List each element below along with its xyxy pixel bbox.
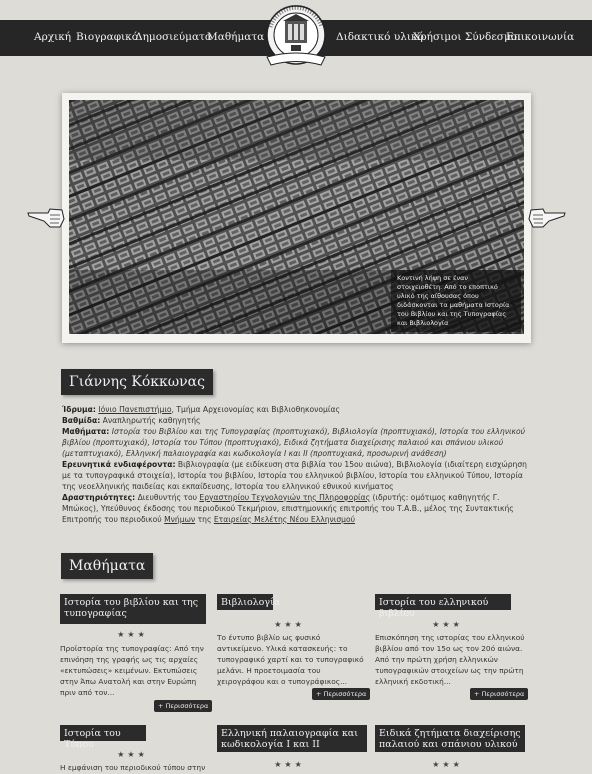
course-text-book-history: Προϊστορία της τυπογραφίας: Από την επιν… [60, 644, 204, 697]
it-lab-link[interactable]: Εργαστηρίου Τεχνολογιών της Πληροφορίας [199, 493, 370, 502]
nav-courses[interactable]: Μαθήματα [207, 31, 264, 43]
research-label: Ερευνητικά ενδιαφέροντα: [62, 460, 176, 469]
nav-cv[interactable]: Βιογραφικό [76, 31, 138, 43]
activities-text-3: της [195, 515, 214, 524]
course-title-book-history[interactable]: Ιστορία του βιβλίου και της τυπογραφίας [60, 594, 206, 624]
rating-stars: ★★★ [432, 760, 463, 769]
hero-image-typesetter-case: Κοντινή λήψη σε έναν στοιχειοθέτη. Από τ… [69, 100, 524, 334]
activities-text-1: Διευθυντής του [135, 493, 200, 502]
course-title-bibliology[interactable]: Βιβλιολογία [217, 594, 280, 610]
bio-research: Ερευνητικά ενδιαφέροντα: Βιβλιογραφία (μ… [62, 459, 532, 492]
ionian-university-link[interactable]: Ιόνιο Πανεπιστήμιο [98, 405, 171, 414]
activities-label: Δραστηριότητες: [62, 493, 136, 502]
courses-heading: Μαθήματα [61, 553, 154, 579]
course-title-greek-book-history[interactable]: Ιστορία του ελληνικού βιβλίου [375, 594, 511, 619]
bio-rank: Βαθμίδα: Αναπληρωτής καθηγητής [62, 415, 532, 426]
rating-stars: ★★★ [274, 760, 305, 769]
bio-courses: Μαθήματα: Ιστορία του Βιβλίου και της Τυ… [62, 426, 532, 459]
more-button[interactable]: + Περισσότερα [154, 700, 213, 712]
course-title-press-history[interactable]: Ιστορία του Τύπου [60, 725, 146, 750]
rating-stars: ★★★ [117, 750, 148, 759]
society-link[interactable]: Εταιρείας Μελέτης Νέου Ελληνισμού [214, 515, 355, 524]
rating-stars: ★★★ [117, 630, 148, 639]
rank-value: Αναπληρωτής καθηγητής [100, 416, 201, 425]
nav-publications[interactable]: Δημοσιεύματα [135, 31, 212, 43]
prev-slide-hand-icon[interactable] [26, 205, 66, 233]
course-title-rare-materials[interactable]: Ειδικά ζητήματα διαχείρισης παλαιού και … [375, 725, 525, 752]
next-slide-hand-icon[interactable] [527, 205, 567, 233]
nav-home[interactable]: Αρχική [34, 31, 71, 43]
more-button[interactable]: + Περισσότερα [470, 688, 529, 700]
site-logo[interactable] [261, 4, 331, 71]
hero-caption: Κοντινή λήψη σε έναν στοιχειοθέτη. Από τ… [391, 270, 521, 332]
mnemon-link[interactable]: Μνήμων [164, 515, 195, 524]
courses-label: Μαθήματα: [62, 427, 110, 436]
hero-frame: Κοντινή λήψη σε έναν στοιχειοθέτη. Από τ… [62, 93, 531, 343]
nav-useful-links[interactable]: Χρήσιμοι Σύνδεσμοι [413, 31, 521, 43]
bio-activities: Δραστηριότητες: Διευθυντής του Εργαστηρί… [62, 492, 532, 525]
institution-label: Ίδρυμα: [62, 405, 96, 414]
rating-stars: ★★★ [432, 620, 463, 629]
courses-value: Ιστορία του Βιβλίου και της Τυπογραφίας … [62, 427, 526, 458]
bio-details: Ίδρυμα: Ιόνιο Πανεπιστήμιο, Τμήμα Αρχειο… [62, 404, 532, 525]
nav-contact[interactable]: Επικοινωνία [506, 31, 574, 43]
course-text-bibliology: Το έντυπο βιβλίο ως φυσικό αντικείμενο. … [217, 633, 364, 686]
more-button[interactable]: + Περισσότερα [312, 688, 371, 700]
rank-label: Βαθμίδα: [62, 416, 101, 425]
course-text-greek-book-history: Επισκόπηση της ιστορίας του ελληνικού βι… [375, 633, 525, 686]
course-title-palaeography[interactable]: Ελληνική παλαιογραφία και κωδικολογία I … [217, 725, 367, 752]
bio-institution: Ίδρυμα: Ιόνιο Πανεπιστήμιο, Τμήμα Αρχειο… [62, 404, 532, 415]
course-text-press-history: Η εμφάνιση του περιοδικού τύπου στην [60, 763, 206, 772]
nav-teaching-material[interactable]: Διδακτικό υλικό [336, 31, 424, 43]
institution-rest: , Τμήμα Αρχειονομίας και Βιβλιοθηκονομία… [171, 405, 340, 414]
rating-stars: ★★★ [274, 620, 305, 629]
bio-name-heading: Γιάννης Κόκκωνας [61, 369, 213, 395]
